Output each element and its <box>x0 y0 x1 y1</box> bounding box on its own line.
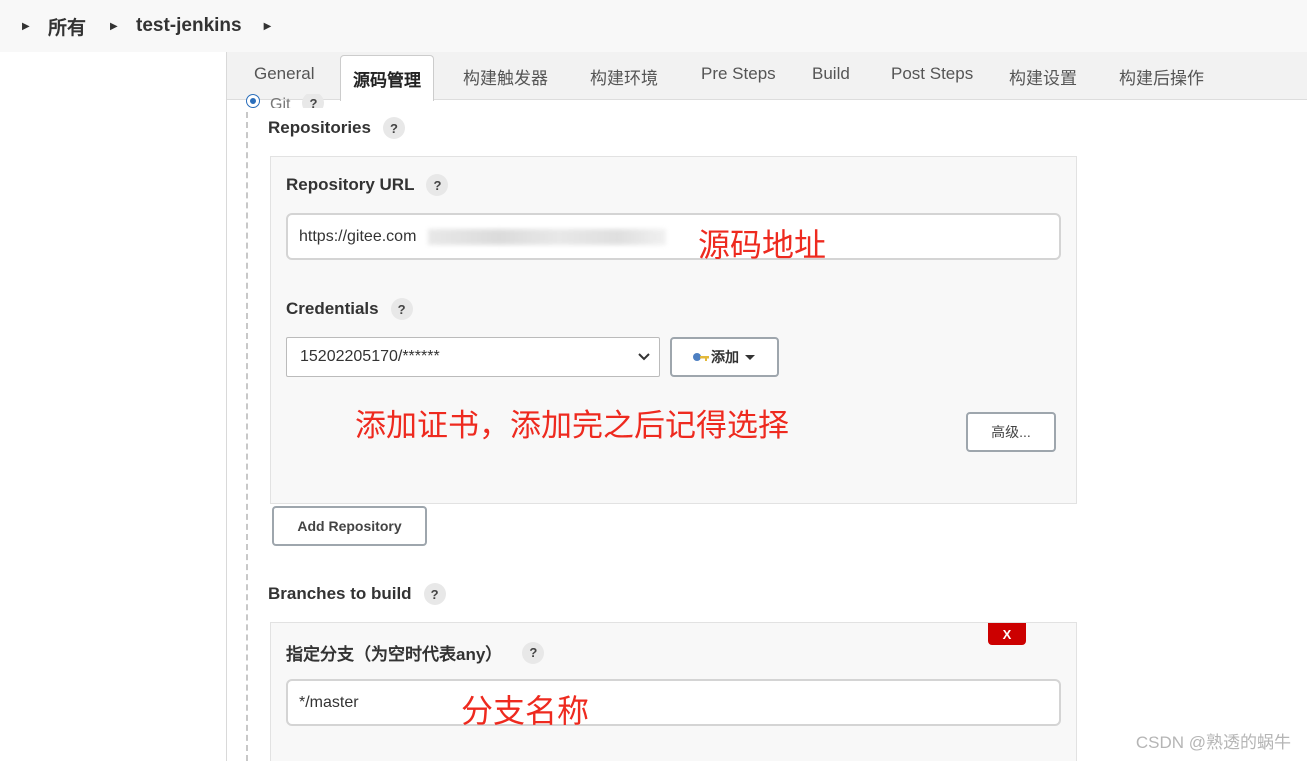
breadcrumb-arrow-icon[interactable]: ▶ <box>110 21 120 32</box>
credentials-annotation: 添加证书，添加完之后记得选择 <box>355 408 789 444</box>
tab-post-build-actions[interactable]: 构建后操作 <box>1119 64 1204 89</box>
credentials-value: 15202205170/****** <box>300 348 440 365</box>
advanced-button[interactable]: 高级... <box>966 412 1056 452</box>
tab-source-code-management[interactable]: 源码管理 <box>340 55 434 101</box>
add-repository-button[interactable]: Add Repository <box>272 506 427 546</box>
breadcrumb-item-job[interactable]: test-jenkins <box>136 15 242 37</box>
chevron-down-icon <box>638 353 650 361</box>
jenkins-config-page: ▶ 所有 ▶ test-jenkins ▶ General 源码管理 构建触发器… <box>0 0 1307 761</box>
repo-url-annotation: 源码地址 <box>698 226 827 264</box>
git-label: Git <box>270 96 291 108</box>
repo-url-help-icon[interactable]: ? <box>426 174 449 196</box>
branch-spec-label: 指定分支（为空时代表any） <box>286 645 503 664</box>
breadcrumb-item-all[interactable]: 所有 <box>48 13 86 40</box>
branches-label: Branches to build <box>268 584 412 603</box>
repositories-header: Repositories ? <box>268 117 405 139</box>
caret-down-icon <box>745 355 755 360</box>
branches-help-icon[interactable]: ? <box>423 583 446 605</box>
credentials-label: Credentials <box>286 299 379 318</box>
tab-general[interactable]: General <box>254 64 314 84</box>
key-icon <box>693 353 709 361</box>
breadcrumb: ▶ 所有 ▶ test-jenkins ▶ <box>0 0 1307 52</box>
branch-input[interactable]: */master <box>286 679 1061 726</box>
credentials-select[interactable]: 15202205170/****** <box>286 337 660 377</box>
repo-url-input[interactable]: https://gitee.com <box>286 213 1061 260</box>
git-radio[interactable] <box>246 94 260 108</box>
credentials-help-icon[interactable]: ? <box>390 298 413 320</box>
tab-post-steps[interactable]: Post Steps <box>891 64 973 84</box>
git-section-guide <box>246 112 248 761</box>
branch-value: */master <box>299 693 359 711</box>
git-option: Git ? <box>246 94 325 108</box>
repositories-label: Repositories <box>268 118 371 137</box>
tab-pre-steps[interactable]: Pre Steps <box>701 64 776 84</box>
add-credentials-button[interactable]: 添加 <box>670 337 779 377</box>
branches-header: Branches to build ? <box>268 583 446 605</box>
redacted-url-blur <box>428 229 666 245</box>
config-tab-bar: General 源码管理 构建触发器 构建环境 Pre Steps Build … <box>227 52 1307 101</box>
tab-build-settings[interactable]: 构建设置 <box>1009 64 1077 89</box>
breadcrumb-arrow-icon[interactable]: ▶ <box>22 21 32 32</box>
add-credentials-label: 添加 <box>711 349 739 365</box>
repository-panel <box>270 156 1077 504</box>
delete-branch-button[interactable]: X <box>988 623 1026 645</box>
tab-build-triggers[interactable]: 构建触发器 <box>463 64 548 89</box>
branch-spec-header: 指定分支（为空时代表any） ? <box>286 640 545 665</box>
repo-url-header: Repository URL ? <box>286 174 449 196</box>
tab-build[interactable]: Build <box>812 64 850 84</box>
git-help-icon[interactable]: ? <box>302 94 325 108</box>
tab-build-environment[interactable]: 构建环境 <box>590 64 658 89</box>
repo-url-label: Repository URL <box>286 175 415 194</box>
repositories-help-icon[interactable]: ? <box>382 117 405 139</box>
breadcrumb-arrow-icon[interactable]: ▶ <box>264 21 274 32</box>
branch-spec-help-icon[interactable]: ? <box>522 641 545 664</box>
watermark: CSDN @熟透的蜗牛 <box>1135 733 1291 752</box>
branch-annotation: 分支名称 <box>461 692 590 730</box>
credentials-header: Credentials ? <box>286 298 413 320</box>
repo-url-value: https://gitee.com <box>299 227 417 245</box>
